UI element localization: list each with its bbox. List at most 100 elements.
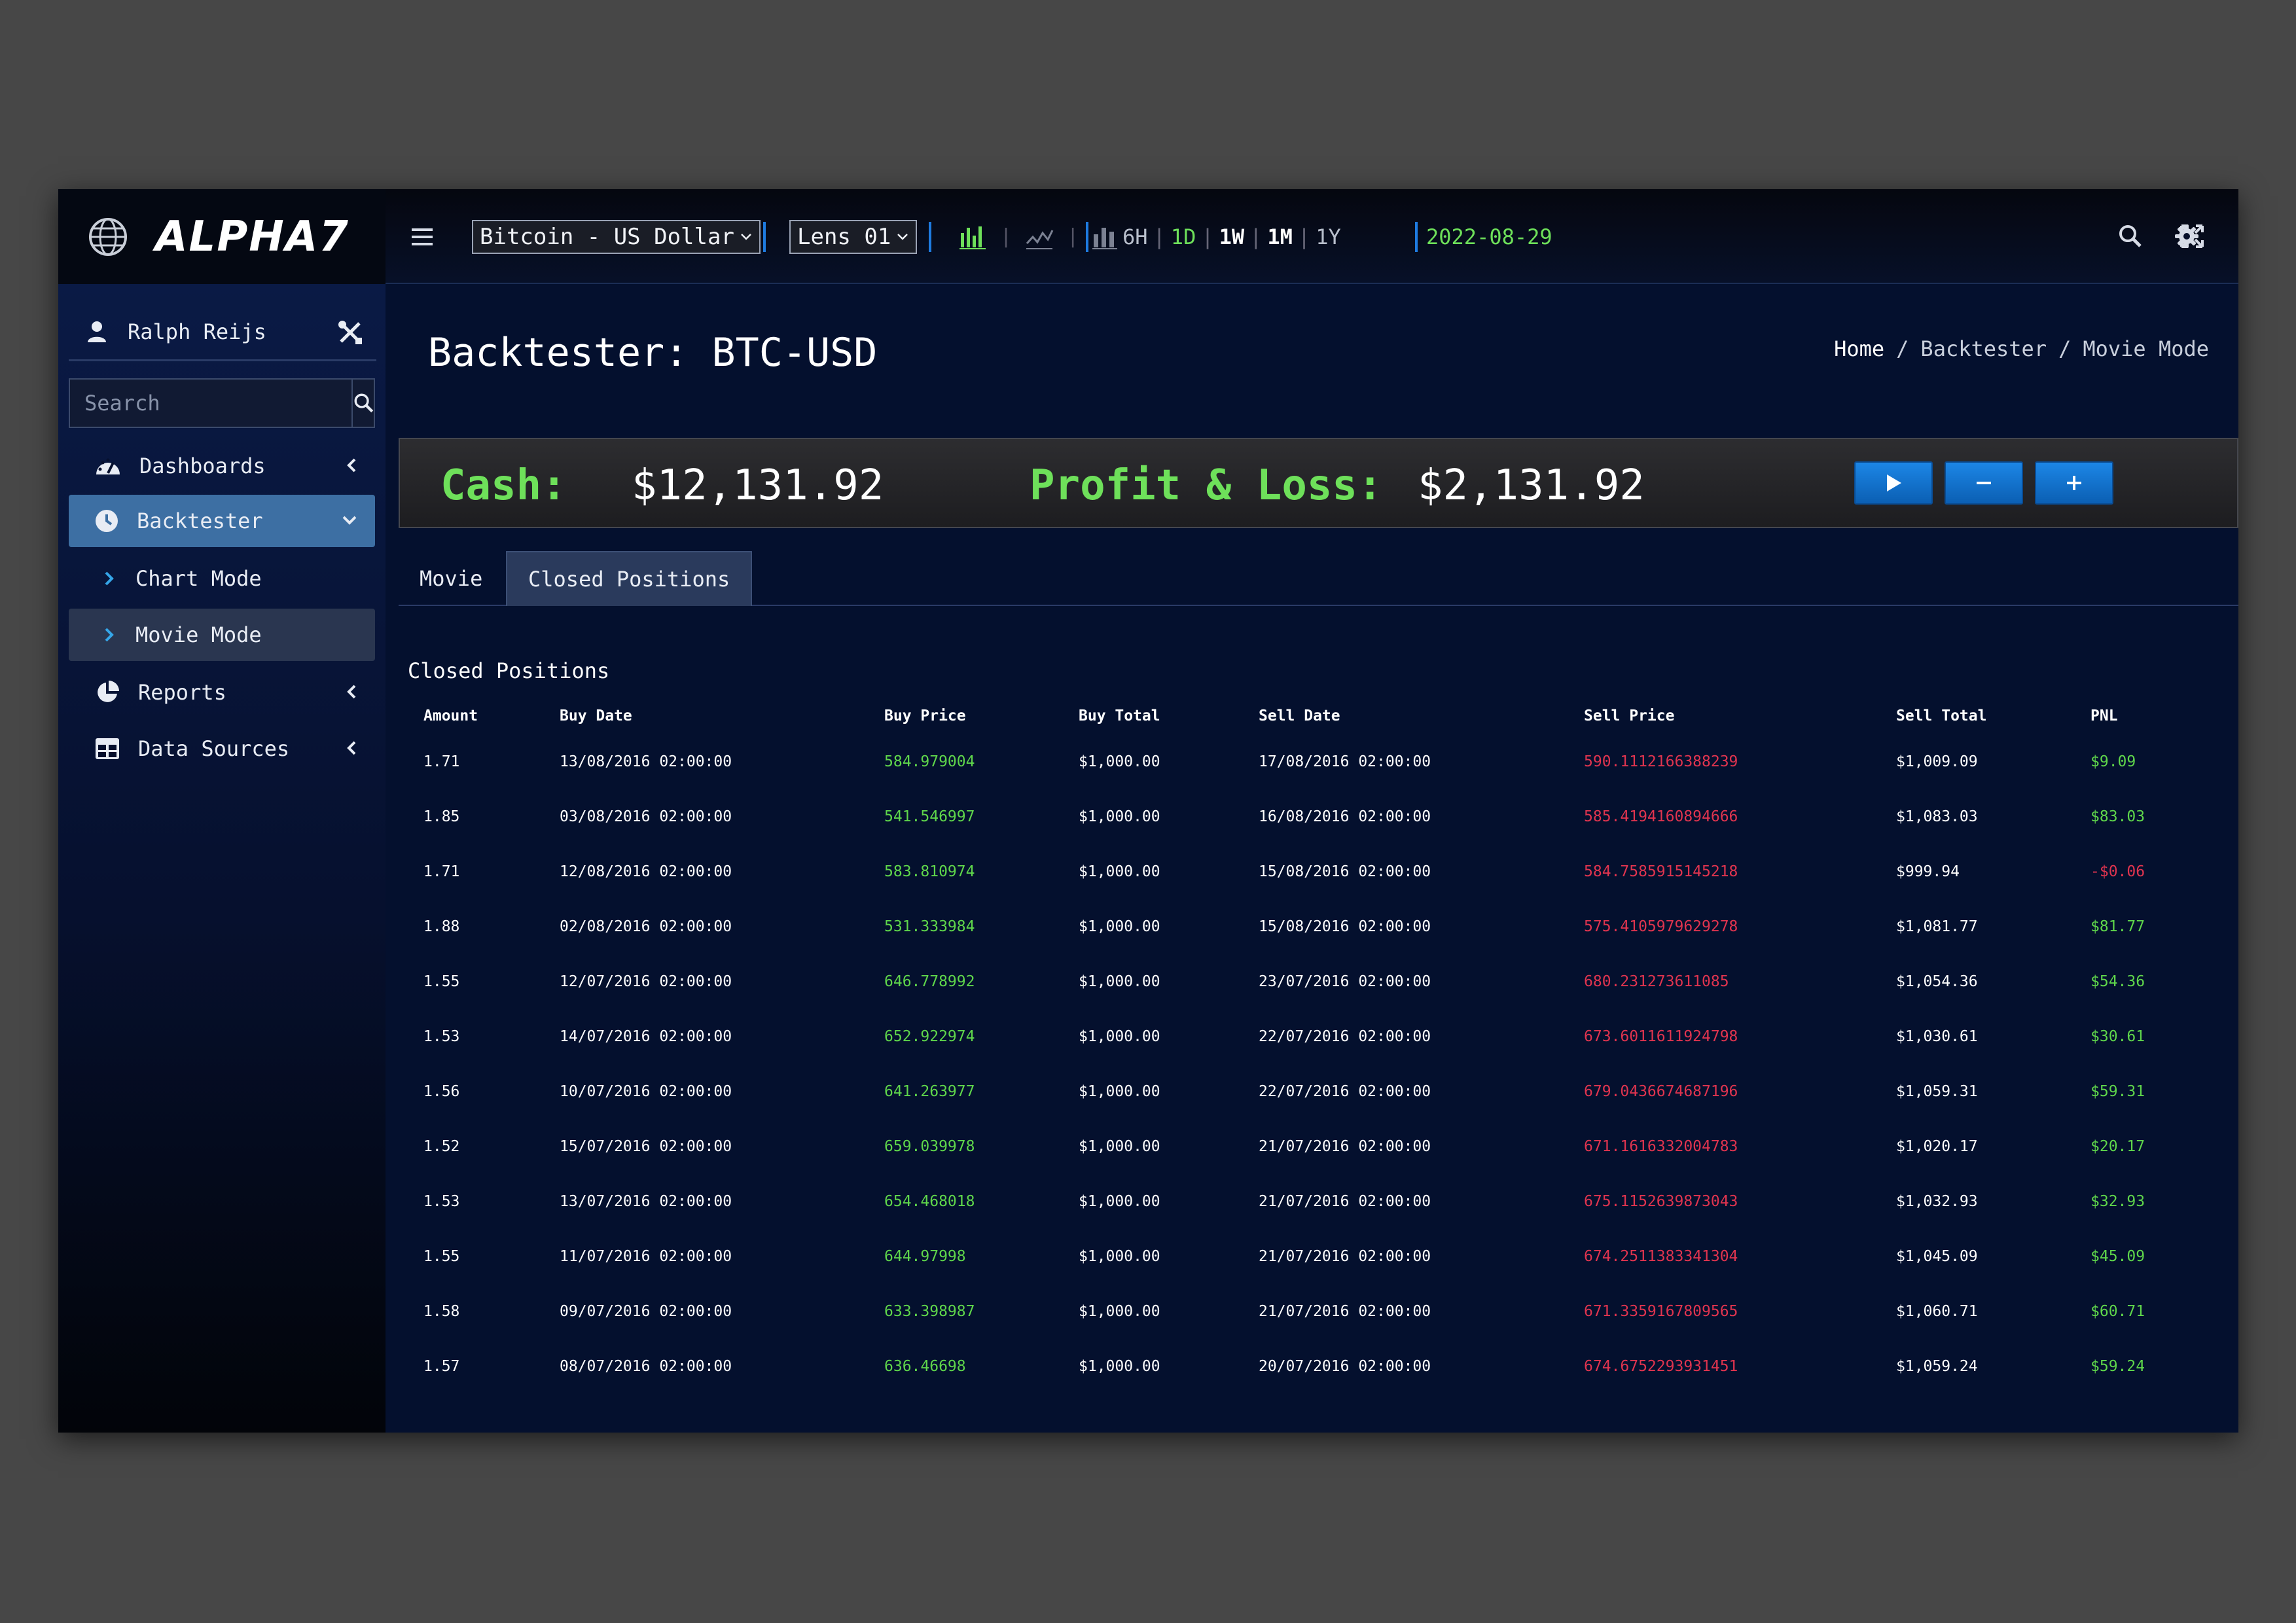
sell-total-cell: $1,032.93	[1896, 1193, 1978, 1210]
logo-text: ALPHA7	[155, 212, 350, 261]
breadcrumb-backtester[interactable]: Backtester	[1920, 336, 2047, 361]
buy-total-cell: $1,000.00	[1079, 1083, 1160, 1100]
column-header-sell-price[interactable]: Sell Price	[1568, 698, 1880, 734]
timeframe-1d[interactable]: 1D	[1171, 224, 1196, 249]
breadcrumb-home[interactable]: Home	[1834, 336, 1884, 361]
buy-total-cell: $1,000.00	[1079, 863, 1160, 880]
tools-icon[interactable]	[337, 319, 363, 346]
table-row: 1.55 11/07/2016 02:00:00 644.97998 $1,000.0…	[408, 1229, 2214, 1284]
cash-label: Cash:	[440, 461, 567, 510]
candlestick-chart-icon[interactable]	[958, 224, 987, 250]
user-panel[interactable]: Ralph Reijs	[69, 304, 376, 361]
search-button[interactable]	[351, 380, 375, 427]
sell-date-cell: 22/07/2016 02:00:00	[1259, 1083, 1431, 1100]
pnl-cell: $30.61	[2090, 1028, 2145, 1045]
column-header-buy-date[interactable]: Buy Date	[544, 698, 869, 734]
sidebar-item-chart-mode[interactable]: Chart Mode	[69, 552, 375, 605]
toolbar-divider	[929, 222, 931, 252]
amount-cell: 1.58	[423, 1303, 460, 1320]
bar-chart-icon[interactable]	[1092, 224, 1118, 250]
asset-select[interactable]: Bitcoin - US Dollar	[472, 219, 761, 254]
play-icon	[1887, 474, 1901, 491]
buy-total-cell: $1,000.00	[1079, 973, 1160, 990]
tab-closed-positions[interactable]: Closed Positions	[506, 551, 753, 606]
table-row: 1.56 10/07/2016 02:00:00 641.263977 $1,000.…	[408, 1064, 2214, 1119]
pnl-cell: $59.31	[2090, 1083, 2145, 1100]
chevron-down-icon	[897, 233, 908, 240]
sell-date-cell: 17/08/2016 02:00:00	[1259, 753, 1431, 770]
logo-area[interactable]: ALPHA7	[58, 189, 386, 284]
timeframe-divider: |	[1201, 224, 1214, 249]
column-header-pnl[interactable]: PNL	[2075, 698, 2214, 734]
table-row: 1.53 14/07/2016 02:00:00 652.922974 $1,000.…	[408, 1009, 2214, 1064]
minus-button[interactable]	[1945, 461, 2023, 505]
sidebar-item-backtester[interactable]: Backtester	[69, 495, 375, 547]
globe-logo-icon	[89, 217, 127, 256]
timeframe-1w[interactable]: 1W	[1219, 224, 1245, 249]
buy-price-cell: 641.263977	[884, 1083, 975, 1100]
chevron-down-icon	[741, 233, 751, 240]
timeframe-6h[interactable]: 6H	[1122, 224, 1148, 249]
search-icon	[354, 393, 374, 413]
column-header-sell-total[interactable]: Sell Total	[1880, 698, 2075, 734]
gear-icon[interactable]	[2174, 223, 2200, 249]
sell-date-cell: 23/07/2016 02:00:00	[1259, 973, 1431, 990]
sell-price-cell: 671.1616332004783	[1584, 1138, 1738, 1155]
play-button[interactable]	[1854, 461, 1933, 505]
timeframe-1y[interactable]: 1Y	[1316, 224, 1341, 249]
buy-date-cell: 12/07/2016 02:00:00	[560, 973, 732, 990]
sidebar-item-reports[interactable]: Reports	[69, 666, 375, 719]
pnl-cell: $9.09	[2090, 753, 2136, 770]
amount-cell: 1.56	[423, 1083, 460, 1100]
pnl-value: $2,131.92	[1418, 461, 1645, 510]
buy-date-cell: 03/08/2016 02:00:00	[560, 808, 732, 825]
buy-date-cell: 14/07/2016 02:00:00	[560, 1028, 732, 1045]
search-input[interactable]	[70, 380, 351, 427]
column-header-buy-total[interactable]: Buy Total	[1063, 698, 1243, 734]
amount-cell: 1.71	[423, 863, 460, 880]
sidebar-item-movie-mode[interactable]: Movie Mode	[69, 609, 375, 661]
sell-date-cell: 16/08/2016 02:00:00	[1259, 808, 1431, 825]
buy-total-cell: $1,000.00	[1079, 1193, 1160, 1210]
search-icon[interactable]	[2117, 223, 2144, 249]
buy-total-cell: $1,000.00	[1079, 918, 1160, 935]
user-icon	[88, 321, 106, 342]
buy-price-cell: 644.97998	[884, 1248, 966, 1265]
sell-date-cell: 21/07/2016 02:00:00	[1259, 1193, 1431, 1210]
app-window: ALPHA7 Bitcoin - US Dollar Lens 01 | | 6…	[58, 189, 2238, 1433]
line-chart-icon[interactable]	[1025, 224, 1054, 250]
sidebar-item-label: Chart Mode	[135, 566, 262, 591]
buy-price-cell: 584.979004	[884, 753, 975, 770]
table-row: 1.52 15/07/2016 02:00:00 659.039978 $1,000.…	[408, 1119, 2214, 1174]
table-header-row: Amount Buy Date Buy Price Buy Total Sell…	[408, 698, 2214, 734]
column-header-amount[interactable]: Amount	[408, 698, 544, 734]
plus-button[interactable]	[2035, 461, 2113, 505]
table-row: 1.71 12/08/2016 02:00:00 583.810974 $1,000.…	[408, 844, 2214, 899]
buy-price-cell: 652.922974	[884, 1028, 975, 1045]
sell-total-cell: $1,059.24	[1896, 1358, 1978, 1375]
cash-value: $12,131.92	[632, 461, 884, 510]
top-bar: ALPHA7 Bitcoin - US Dollar Lens 01 | | 6…	[58, 189, 2238, 284]
closed-positions-table: Amount Buy Date Buy Price Buy Total Sell…	[408, 698, 2214, 1394]
column-header-sell-date[interactable]: Sell Date	[1243, 698, 1568, 734]
chevron-left-icon	[347, 458, 356, 473]
amount-cell: 1.53	[423, 1028, 460, 1045]
column-header-buy-price[interactable]: Buy Price	[869, 698, 1063, 734]
pnl-cell: $45.09	[2090, 1248, 2145, 1265]
pnl-cell: $83.03	[2090, 808, 2145, 825]
tab-movie[interactable]: Movie	[399, 551, 503, 606]
timeframe-1m[interactable]: 1M	[1267, 224, 1293, 249]
buy-price-cell: 636.46698	[884, 1358, 966, 1375]
lens-select[interactable]: Lens 01	[789, 219, 918, 254]
sell-date-cell: 21/07/2016 02:00:00	[1259, 1138, 1431, 1155]
plus-icon	[2067, 476, 2081, 490]
menu-toggle-button[interactable]	[412, 189, 433, 284]
sidebar-item-data-sources[interactable]: Data Sources	[69, 722, 375, 775]
pnl-cell: $32.93	[2090, 1193, 2145, 1210]
buy-date-cell: 09/07/2016 02:00:00	[560, 1303, 732, 1320]
table-row: 1.58 09/07/2016 02:00:00 633.398987 $1,000.…	[408, 1284, 2214, 1339]
table-row: 1.57 08/07/2016 02:00:00 636.46698 $1,000.0…	[408, 1339, 2214, 1394]
sell-total-cell: $1,030.61	[1896, 1028, 1978, 1045]
sell-price-cell: 680.231273611085	[1584, 973, 1729, 990]
sidebar-item-dashboards[interactable]: Dashboards	[69, 440, 375, 492]
